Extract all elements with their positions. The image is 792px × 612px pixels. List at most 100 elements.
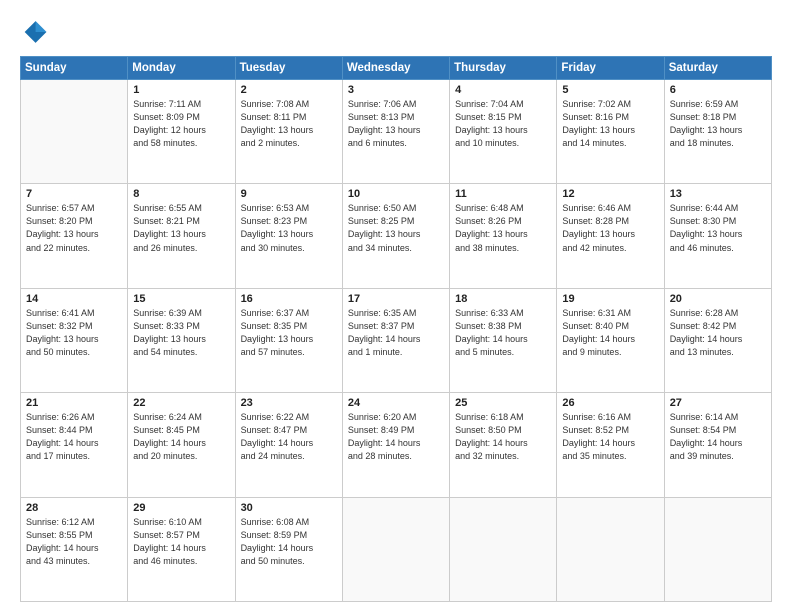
day-info: Sunrise: 6:14 AM Sunset: 8:54 PM Dayligh… bbox=[670, 411, 766, 463]
calendar-cell: 24 Sunrise: 6:20 AM Sunset: 8:49 PM Dayli… bbox=[342, 393, 449, 497]
day-number: 20 bbox=[670, 293, 766, 305]
day-info: Sunrise: 6:28 AM Sunset: 8:42 PM Dayligh… bbox=[670, 307, 766, 359]
day-number: 10 bbox=[348, 188, 444, 200]
day-info: Sunrise: 7:04 AM Sunset: 8:15 PM Dayligh… bbox=[455, 98, 551, 150]
day-number: 4 bbox=[455, 84, 551, 96]
day-number: 7 bbox=[26, 188, 122, 200]
day-number: 15 bbox=[133, 293, 229, 305]
weekday-header-tuesday: Tuesday bbox=[235, 57, 342, 80]
day-info: Sunrise: 6:46 AM Sunset: 8:28 PM Dayligh… bbox=[562, 202, 658, 254]
day-number: 19 bbox=[562, 293, 658, 305]
day-number: 21 bbox=[26, 397, 122, 409]
day-number: 30 bbox=[241, 502, 337, 514]
calendar-cell: 29 Sunrise: 6:10 AM Sunset: 8:57 PM Dayli… bbox=[128, 497, 235, 601]
calendar-cell: 30 Sunrise: 6:08 AM Sunset: 8:59 PM Dayli… bbox=[235, 497, 342, 601]
week-row-3: 14 Sunrise: 6:41 AM Sunset: 8:32 PM Dayli… bbox=[21, 288, 772, 392]
calendar-cell: 7 Sunrise: 6:57 AM Sunset: 8:20 PM Daylig… bbox=[21, 184, 128, 288]
calendar-cell: 21 Sunrise: 6:26 AM Sunset: 8:44 PM Dayli… bbox=[21, 393, 128, 497]
day-info: Sunrise: 6:41 AM Sunset: 8:32 PM Dayligh… bbox=[26, 307, 122, 359]
day-info: Sunrise: 6:39 AM Sunset: 8:33 PM Dayligh… bbox=[133, 307, 229, 359]
day-info: Sunrise: 7:06 AM Sunset: 8:13 PM Dayligh… bbox=[348, 98, 444, 150]
day-info: Sunrise: 6:16 AM Sunset: 8:52 PM Dayligh… bbox=[562, 411, 658, 463]
weekday-header-wednesday: Wednesday bbox=[342, 57, 449, 80]
day-info: Sunrise: 6:31 AM Sunset: 8:40 PM Dayligh… bbox=[562, 307, 658, 359]
day-info: Sunrise: 6:18 AM Sunset: 8:50 PM Dayligh… bbox=[455, 411, 551, 463]
day-number: 9 bbox=[241, 188, 337, 200]
calendar-cell: 23 Sunrise: 6:22 AM Sunset: 8:47 PM Dayli… bbox=[235, 393, 342, 497]
day-number: 26 bbox=[562, 397, 658, 409]
calendar-cell: 28Sunrise: 6:12 AM Sunset: 8:55 PM Dayli… bbox=[21, 497, 128, 601]
header bbox=[20, 18, 772, 46]
calendar-cell: 19 Sunrise: 6:31 AM Sunset: 8:40 PM Dayli… bbox=[557, 288, 664, 392]
day-number: 11 bbox=[455, 188, 551, 200]
day-number: 14 bbox=[26, 293, 122, 305]
day-number: 8 bbox=[133, 188, 229, 200]
day-info: Sunrise: 6:10 AM Sunset: 8:57 PM Dayligh… bbox=[133, 516, 229, 568]
day-info: Sunrise: 7:02 AM Sunset: 8:16 PM Dayligh… bbox=[562, 98, 658, 150]
weekday-header-thursday: Thursday bbox=[450, 57, 557, 80]
day-number: 3 bbox=[348, 84, 444, 96]
day-number: 28 bbox=[26, 502, 122, 514]
day-info: Sunrise: 6:37 AM Sunset: 8:35 PM Dayligh… bbox=[241, 307, 337, 359]
weekday-header-saturday: Saturday bbox=[664, 57, 771, 80]
calendar-cell: 3 Sunrise: 7:06 AM Sunset: 8:13 PM Daylig… bbox=[342, 80, 449, 184]
calendar-cell: 20 Sunrise: 6:28 AM Sunset: 8:42 PM Dayli… bbox=[664, 288, 771, 392]
day-info: Sunrise: 6:53 AM Sunset: 8:23 PM Dayligh… bbox=[241, 202, 337, 254]
calendar-cell bbox=[21, 80, 128, 184]
calendar-cell: 8 Sunrise: 6:55 AM Sunset: 8:21 PM Daylig… bbox=[128, 184, 235, 288]
day-number: 17 bbox=[348, 293, 444, 305]
calendar-cell: 6 Sunrise: 6:59 AM Sunset: 8:18 PM Daylig… bbox=[664, 80, 771, 184]
day-number: 25 bbox=[455, 397, 551, 409]
logo bbox=[20, 18, 52, 46]
calendar-cell bbox=[450, 497, 557, 601]
week-row-2: 7 Sunrise: 6:57 AM Sunset: 8:20 PM Daylig… bbox=[21, 184, 772, 288]
calendar-cell: 10 Sunrise: 6:50 AM Sunset: 8:25 PM Dayli… bbox=[342, 184, 449, 288]
day-info: Sunrise: 6:50 AM Sunset: 8:25 PM Dayligh… bbox=[348, 202, 444, 254]
day-number: 23 bbox=[241, 397, 337, 409]
day-number: 5 bbox=[562, 84, 658, 96]
calendar-cell: 16 Sunrise: 6:37 AM Sunset: 8:35 PM Dayli… bbox=[235, 288, 342, 392]
calendar-cell: 22Sunrise: 6:24 AM Sunset: 8:45 PM Dayli… bbox=[128, 393, 235, 497]
day-info: Sunrise: 6:24 AM Sunset: 8:45 PM Dayligh… bbox=[133, 411, 229, 463]
calendar-cell: 4 Sunrise: 7:04 AM Sunset: 8:15 PM Daylig… bbox=[450, 80, 557, 184]
day-info: Sunrise: 6:44 AM Sunset: 8:30 PM Dayligh… bbox=[670, 202, 766, 254]
day-info: Sunrise: 6:48 AM Sunset: 8:26 PM Dayligh… bbox=[455, 202, 551, 254]
day-info: Sunrise: 6:22 AM Sunset: 8:47 PM Dayligh… bbox=[241, 411, 337, 463]
day-number: 13 bbox=[670, 188, 766, 200]
day-info: Sunrise: 6:59 AM Sunset: 8:18 PM Dayligh… bbox=[670, 98, 766, 150]
day-number: 6 bbox=[670, 84, 766, 96]
day-info: Sunrise: 7:11 AM Sunset: 8:09 PM Dayligh… bbox=[133, 98, 229, 150]
calendar-cell: 25 Sunrise: 6:18 AM Sunset: 8:50 PM Dayli… bbox=[450, 393, 557, 497]
calendar-cell: 18 Sunrise: 6:33 AM Sunset: 8:38 PM Dayli… bbox=[450, 288, 557, 392]
calendar-cell: 14 Sunrise: 6:41 AM Sunset: 8:32 PM Dayli… bbox=[21, 288, 128, 392]
week-row-1: 1 Sunrise: 7:11 AM Sunset: 8:09 PM Daylig… bbox=[21, 80, 772, 184]
page: SundayMondayTuesdayWednesdayThursdayFrid… bbox=[0, 0, 792, 612]
calendar-cell: 12 Sunrise: 6:46 AM Sunset: 8:28 PM Dayli… bbox=[557, 184, 664, 288]
calendar-cell bbox=[557, 497, 664, 601]
day-number: 2 bbox=[241, 84, 337, 96]
weekday-header-row: SundayMondayTuesdayWednesdayThursdayFrid… bbox=[21, 57, 772, 80]
day-info: Sunrise: 6:26 AM Sunset: 8:44 PM Dayligh… bbox=[26, 411, 122, 463]
week-row-4: 21 Sunrise: 6:26 AM Sunset: 8:44 PM Dayli… bbox=[21, 393, 772, 497]
day-info: Sunrise: 6:55 AM Sunset: 8:21 PM Dayligh… bbox=[133, 202, 229, 254]
calendar-cell: 11 Sunrise: 6:48 AM Sunset: 8:26 PM Dayli… bbox=[450, 184, 557, 288]
day-number: 1 bbox=[133, 84, 229, 96]
weekday-header-monday: Monday bbox=[128, 57, 235, 80]
day-info: Sunrise: 6:08 AM Sunset: 8:59 PM Dayligh… bbox=[241, 516, 337, 568]
week-row-5: 28Sunrise: 6:12 AM Sunset: 8:55 PM Dayli… bbox=[21, 497, 772, 601]
day-info: Sunrise: 6:57 AM Sunset: 8:20 PM Dayligh… bbox=[26, 202, 122, 254]
day-info: Sunrise: 6:20 AM Sunset: 8:49 PM Dayligh… bbox=[348, 411, 444, 463]
day-number: 24 bbox=[348, 397, 444, 409]
day-number: 16 bbox=[241, 293, 337, 305]
calendar-cell: 2Sunrise: 7:08 AM Sunset: 8:11 PM Daylig… bbox=[235, 80, 342, 184]
calendar-cell: 13 Sunrise: 6:44 AM Sunset: 8:30 PM Dayli… bbox=[664, 184, 771, 288]
calendar-cell bbox=[664, 497, 771, 601]
day-number: 29 bbox=[133, 502, 229, 514]
calendar-cell: 9 Sunrise: 6:53 AM Sunset: 8:23 PM Daylig… bbox=[235, 184, 342, 288]
day-info: Sunrise: 6:33 AM Sunset: 8:38 PM Dayligh… bbox=[455, 307, 551, 359]
calendar-table: SundayMondayTuesdayWednesdayThursdayFrid… bbox=[20, 56, 772, 602]
calendar-cell: 26 Sunrise: 6:16 AM Sunset: 8:52 PM Dayli… bbox=[557, 393, 664, 497]
calendar-cell: 5 Sunrise: 7:02 AM Sunset: 8:16 PM Daylig… bbox=[557, 80, 664, 184]
day-number: 18 bbox=[455, 293, 551, 305]
day-number: 12 bbox=[562, 188, 658, 200]
